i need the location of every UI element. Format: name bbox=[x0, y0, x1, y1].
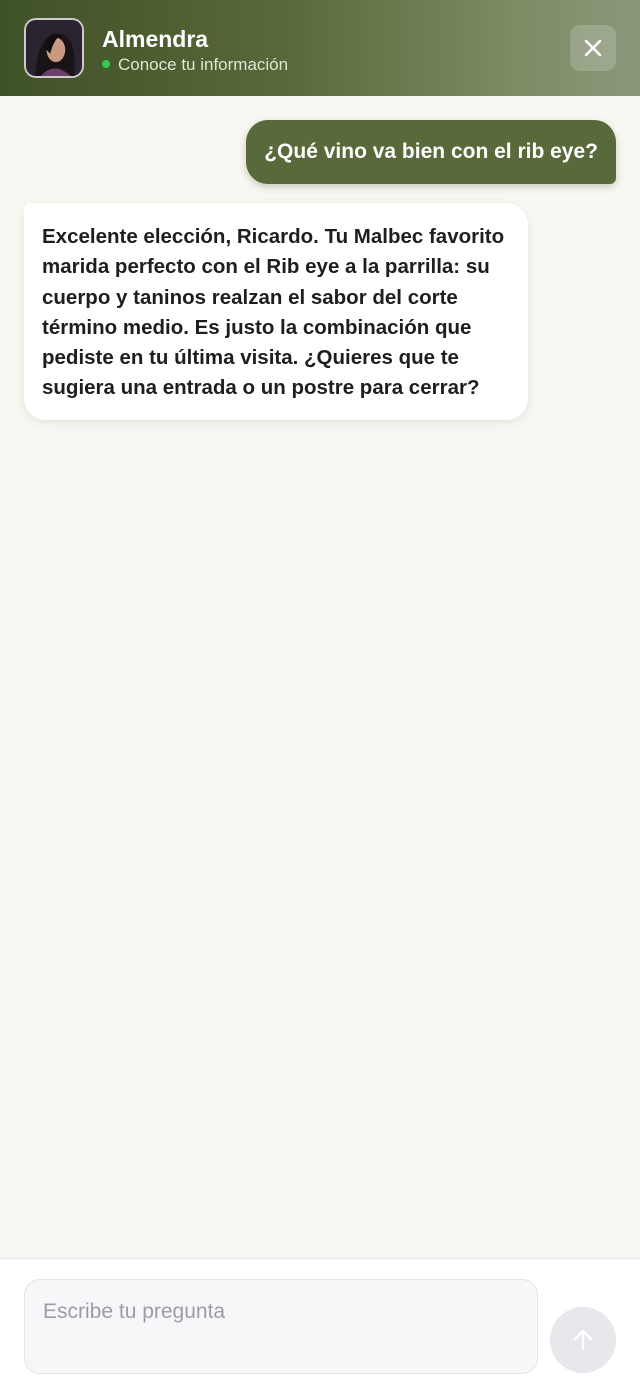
close-icon bbox=[584, 39, 602, 57]
send-button[interactable] bbox=[550, 1307, 616, 1373]
user-message: ¿Qué vino va bien con el rib eye? bbox=[246, 120, 616, 184]
avatar bbox=[24, 18, 84, 78]
message-input[interactable] bbox=[24, 1279, 538, 1374]
assistant-message: Excelente elección, Ricardo. Tu Malbec f… bbox=[24, 203, 528, 420]
status-text: Conoce tu información bbox=[118, 55, 289, 74]
message-composer bbox=[0, 1258, 640, 1391]
avatar-portrait-icon bbox=[26, 20, 82, 76]
close-button[interactable] bbox=[570, 25, 616, 71]
message-list[interactable]: ¿Qué vino va bien con el rib eye? Excele… bbox=[0, 96, 640, 1258]
online-status-icon bbox=[102, 60, 110, 68]
chat-header: Almendra Conoce tu información bbox=[0, 0, 640, 96]
arrow-up-icon bbox=[573, 1329, 593, 1351]
agent-name: Almendra bbox=[102, 26, 209, 52]
